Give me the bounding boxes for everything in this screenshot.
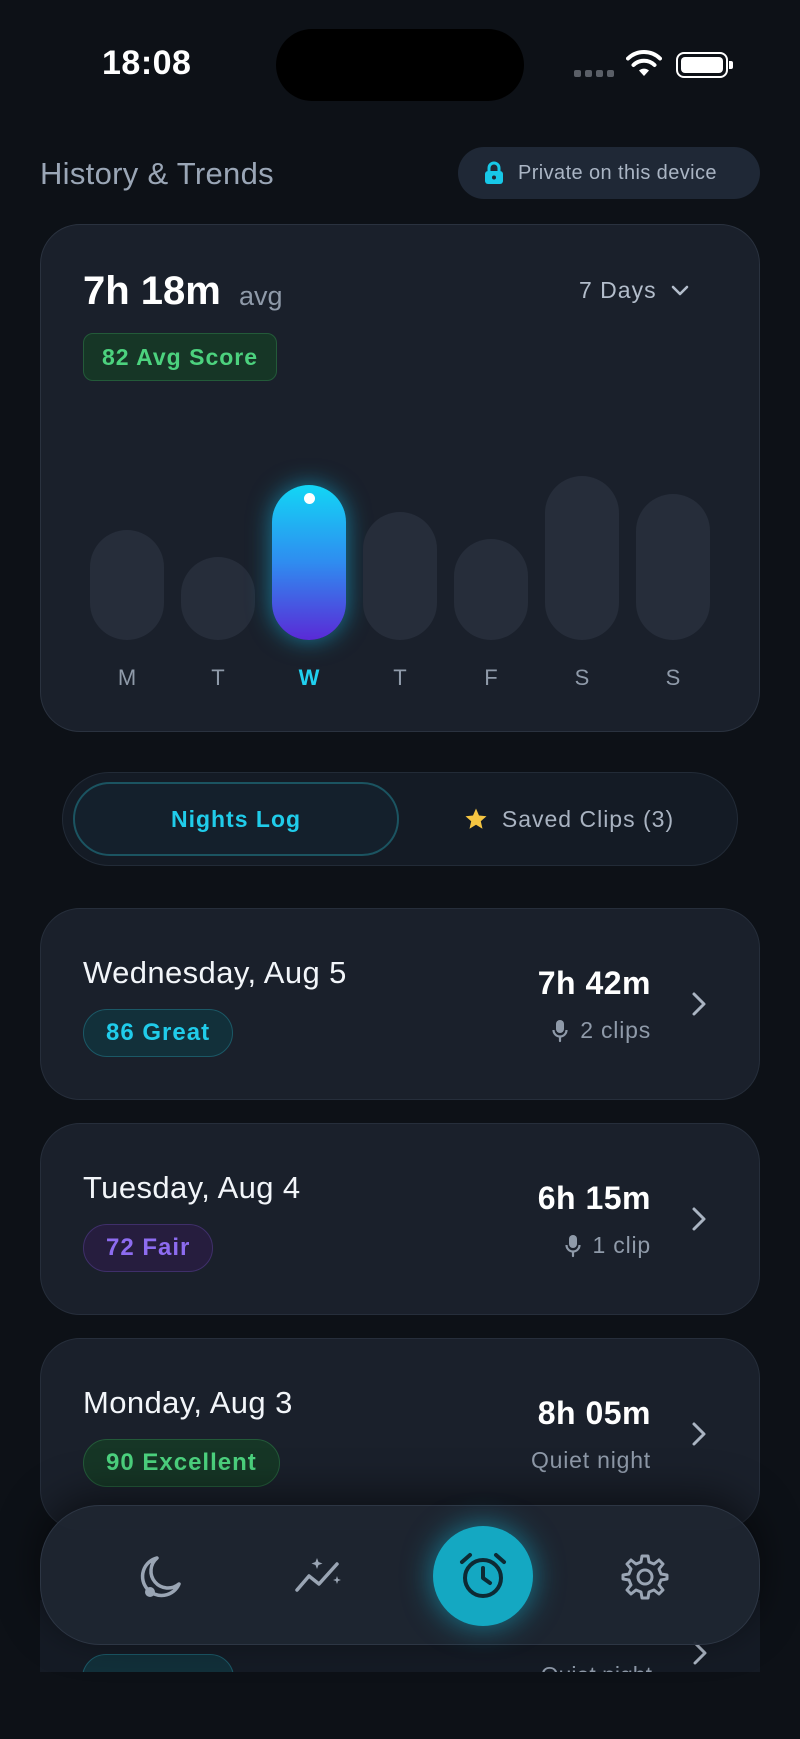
saved-clips-label: Saved Clips (3) <box>501 805 675 832</box>
night-sub-label: 1 clip <box>592 1232 651 1258</box>
alarm-clock-icon <box>460 1553 506 1598</box>
status-time: 18:08 <box>102 44 192 82</box>
chart-bar[interactable] <box>636 494 710 640</box>
gear-icon <box>621 1554 669 1600</box>
chart-bar[interactable] <box>90 530 164 640</box>
bottom-tab-bar <box>40 1505 760 1645</box>
night-date: Tuesday, Aug 4 <box>83 1170 301 1205</box>
view-segmented-control: Nights Log Saved Clips (3) <box>62 772 738 866</box>
summary-card: 7h 18m avg 7 Days 82 Avg Score MTWTFSS <box>40 224 760 732</box>
selected-indicator <box>304 493 315 504</box>
score-badge: 86 Great <box>83 1009 234 1057</box>
battery-icon <box>676 52 733 78</box>
chart-day-label: F <box>484 665 498 690</box>
bottom-safe-area <box>0 1672 800 1739</box>
score-badge: 90 Excellent <box>83 1439 280 1487</box>
tab-settings[interactable] <box>605 1536 685 1616</box>
night-sub: Quiet night <box>531 1447 651 1474</box>
wifi-icon <box>626 50 662 76</box>
night-sub-label: 2 clips <box>580 1017 651 1043</box>
night-duration: 8h 05m <box>537 1395 651 1431</box>
cellular-signal-icon <box>574 70 614 77</box>
chart-day-label: T <box>211 665 225 690</box>
weekly-sleep-chart: MTWTFSS <box>41 225 761 733</box>
microphone-icon <box>552 1019 568 1042</box>
night-card[interactable]: Tuesday, Aug 4 72 Fair 6h 15m 1 clip <box>40 1123 760 1315</box>
chevron-right-icon <box>692 1422 706 1446</box>
night-sub: 1 clip <box>564 1232 652 1259</box>
chart-bar[interactable] <box>454 539 528 640</box>
lock-icon <box>485 161 503 184</box>
dynamic-island <box>276 29 524 101</box>
chevron-right-icon <box>692 1207 706 1231</box>
tab-saved-clips[interactable]: Saved Clips (3) <box>409 782 729 856</box>
trends-icon <box>295 1558 341 1592</box>
privacy-label: Private on this device <box>518 161 717 184</box>
tab-trends[interactable] <box>279 1536 359 1616</box>
chart-day-label: S <box>574 665 590 690</box>
chart-day-label: M <box>117 665 137 690</box>
microphone-icon <box>564 1234 581 1257</box>
night-duration: 6h 15m <box>537 1180 651 1216</box>
score-badge: 72 Fair <box>83 1224 214 1272</box>
chart-bar[interactable] <box>181 557 255 640</box>
moon-icon <box>140 1556 181 1598</box>
night-date: Wednesday, Aug 5 <box>83 955 347 990</box>
chart-bar[interactable] <box>545 476 619 640</box>
chevron-right-icon <box>692 992 706 1016</box>
chart-day-label: S <box>665 665 681 690</box>
tab-sleep[interactable] <box>121 1536 201 1616</box>
tab-nights-log[interactable]: Nights Log <box>73 782 399 856</box>
chart-day-label: W <box>298 665 320 690</box>
star-icon <box>465 808 487 829</box>
night-sub: 2 clips <box>552 1017 651 1044</box>
chart-day-label: T <box>393 665 407 690</box>
tab-alarm[interactable] <box>433 1526 533 1626</box>
night-date: Monday, Aug 3 <box>83 1385 293 1420</box>
night-duration: 7h 42m <box>537 965 651 1001</box>
night-card[interactable]: Wednesday, Aug 5 86 Great 7h 42m 2 clips <box>40 908 760 1100</box>
chart-bar[interactable] <box>363 512 437 640</box>
page-title: History & Trends <box>40 156 274 191</box>
privacy-badge[interactable]: Private on this device <box>458 147 760 199</box>
night-sub-label: Quiet night <box>530 1447 651 1473</box>
night-card[interactable]: Monday, Aug 3 90 Excellent 8h 05m Quiet nig… <box>40 1338 760 1530</box>
chart-bar[interactable] <box>272 485 346 640</box>
